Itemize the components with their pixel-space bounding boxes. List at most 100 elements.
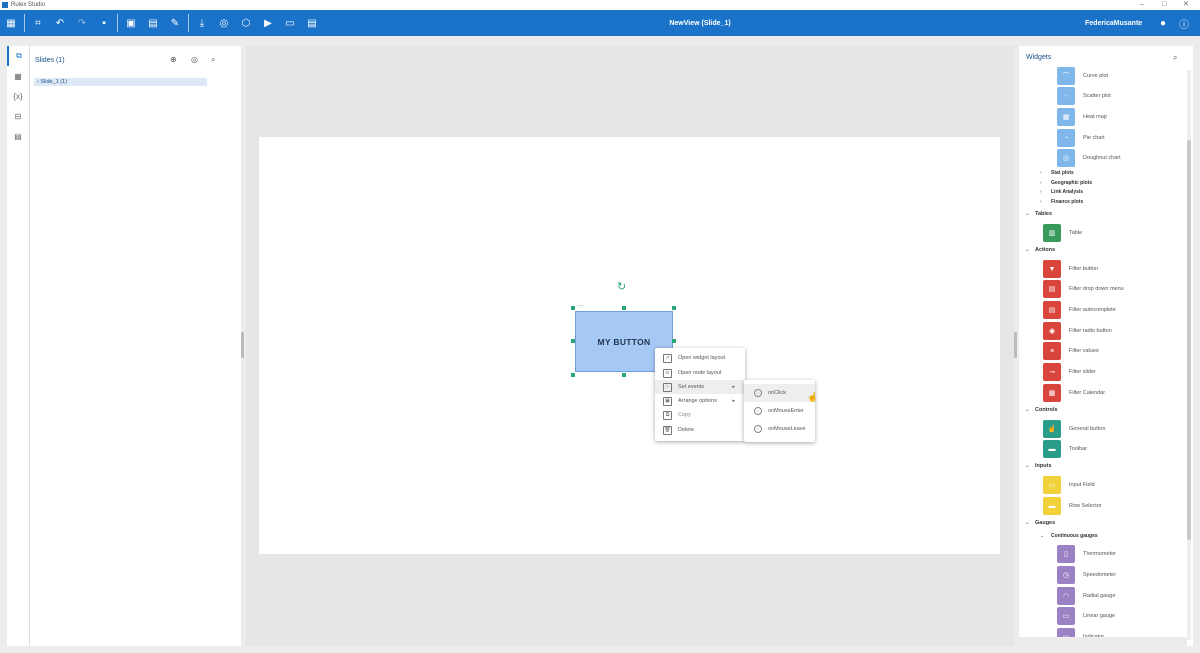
widget-table[interactable]: ▥ Table	[1043, 224, 1082, 242]
minimize-button[interactable]: –	[1140, 0, 1144, 10]
layers-icon[interactable]: ⊟	[7, 106, 29, 126]
widget-filter-calendar[interactable]: ▦ Filter Calendar	[1043, 384, 1105, 402]
add-slide-icon[interactable]: ⊕	[170, 55, 177, 64]
widget-curve-plot[interactable]: ⌒ Curve plot	[1057, 67, 1108, 85]
section-tables[interactable]: ⌄ Tables	[1025, 211, 1052, 217]
menu-item-open-widget-layout[interactable]: ↗ Open widget layout	[655, 351, 745, 365]
widget-label: Linear gauge	[1083, 613, 1116, 619]
widget-linear-gauge[interactable]: ▭ Linear gauge	[1057, 607, 1115, 625]
resize-handle[interactable]	[622, 306, 626, 310]
maximize-button[interactable]: □	[1162, 0, 1166, 10]
menu-item-label: Open node layout	[678, 370, 722, 376]
redo-icon[interactable]: ↷	[71, 12, 93, 34]
search-icon[interactable]: ⌕	[1173, 53, 1177, 63]
menu-item-set-events[interactable]: ☞ Set events ▸	[655, 380, 745, 394]
right-splitter[interactable]	[1014, 332, 1017, 358]
user-name[interactable]: FedericaMusante	[1085, 20, 1142, 27]
layout-icon[interactable]: ▤	[142, 12, 164, 34]
resize-handle[interactable]	[672, 339, 676, 343]
section-controls[interactable]: ⌄ Controls	[1025, 407, 1058, 413]
widget-scatter-plot[interactable]: ⁘ Scatter plot	[1057, 87, 1111, 105]
menu-item-arrange-options[interactable]: ▣ Arrange options ▸	[655, 394, 745, 408]
toolbar-divider	[24, 14, 25, 32]
play-icon[interactable]: ▶	[257, 12, 279, 34]
table-icon[interactable]: ▤	[301, 12, 323, 34]
info-icon[interactable]: ⓘ	[1173, 12, 1195, 34]
widget-group[interactable]: › Geographic plots	[1040, 180, 1092, 186]
menu-item-open-node-layout[interactable]: ⊙ Open node layout	[655, 366, 745, 380]
widget-filter-button[interactable]: ▼ Filter button	[1043, 260, 1098, 278]
submenu-item-onmouseleave[interactable]: ☞ onMouseLeave	[744, 420, 815, 438]
widget-group[interactable]: › Finance plots	[1040, 199, 1083, 205]
resize-handle[interactable]	[672, 306, 676, 310]
section-continuous-gauges[interactable]: ⌄ Continuous gauges	[1040, 533, 1098, 539]
export-icon[interactable]: ⤓	[191, 12, 213, 34]
left-rail: ⧉ ▦ {x} ⊟ ▤	[7, 46, 29, 646]
resize-handle[interactable]	[571, 339, 575, 343]
widget-pie-chart[interactable]: ◔ Pie chart	[1057, 129, 1105, 147]
group-label: Geographic plots	[1051, 180, 1093, 186]
widgets-scrollbar[interactable]	[1187, 70, 1191, 640]
search-icon[interactable]: ⌕	[211, 55, 215, 65]
widget-group[interactable]: › Link Analysis	[1040, 189, 1083, 195]
more-icon[interactable]: ···	[578, 303, 584, 309]
left-splitter[interactable]	[241, 332, 244, 358]
widget-filter-values[interactable]: ≡ Filter values	[1043, 342, 1099, 360]
section-inputs[interactable]: ⌄ Inputs	[1025, 463, 1052, 469]
speedometer-icon: ◷	[1057, 566, 1075, 584]
settings-icon[interactable]: ✎	[164, 12, 186, 34]
chevron-down-icon: ⌄	[1040, 533, 1045, 539]
rotate-handle-icon[interactable]: ↻	[617, 280, 626, 293]
slide-item[interactable]: › Slide_1 (1)	[34, 78, 207, 86]
chevron-right-icon: ›	[1040, 199, 1042, 205]
target-icon[interactable]: ◎	[213, 12, 235, 34]
cube-icon[interactable]: ⬡	[235, 12, 257, 34]
section-label: Inputs	[1035, 463, 1052, 469]
widget-label: Toolbar	[1069, 446, 1088, 452]
resize-handle[interactable]	[571, 306, 575, 310]
chevron-down-icon: ⌄	[1025, 407, 1030, 413]
grid-icon[interactable]: ⌗	[27, 12, 49, 34]
section-gauges[interactable]: ⌄ Gauges	[1025, 520, 1055, 526]
widget-speedometer[interactable]: ◷ Speedometer	[1057, 566, 1116, 584]
app-menu-icon[interactable]: ▦	[0, 12, 22, 34]
present-icon[interactable]: ▣	[120, 12, 142, 34]
widget-filter-drop-down-menu[interactable]: ▤ Filter drop down menu	[1043, 280, 1124, 298]
widget-filter-slider[interactable]: ⊸ Filter slider	[1043, 363, 1096, 381]
linear-gauge-icon: ▭	[1057, 607, 1075, 625]
section-label: Controls	[1035, 407, 1058, 413]
chevron-down-icon: ⌄	[1025, 520, 1030, 526]
slides-icon[interactable]: ⧉	[7, 46, 29, 66]
user-icon[interactable]: ●	[1152, 12, 1174, 34]
widget-filter-radio-button[interactable]: ◉ Filter radio button	[1043, 322, 1112, 340]
close-window-button[interactable]: ✕	[1183, 0, 1189, 10]
visibility-icon[interactable]: ◎	[191, 55, 198, 64]
chevron-down-icon: ⌄	[1025, 247, 1030, 253]
widget-toolbar[interactable]: ▬ Toolbar	[1043, 440, 1087, 458]
widget-thermometer[interactable]: ▯ Thermometer	[1057, 545, 1116, 563]
filter-autocomplete-icon: ▤	[1043, 301, 1061, 319]
widget-input-field[interactable]: ▭ Input Field	[1043, 476, 1095, 494]
widget-general-button[interactable]: ☝ General button	[1043, 420, 1105, 438]
widget-heat-map[interactable]: ▦ Heat map	[1057, 108, 1107, 126]
menu-item-copy[interactable]: ⧉ Copy	[655, 408, 745, 422]
widget-radial-gauge[interactable]: ◠ Radial gauge	[1057, 587, 1115, 605]
grid-icon[interactable]: ▦	[7, 66, 29, 86]
save-icon[interactable]: ▪	[93, 12, 115, 34]
widget-doughnut-chart[interactable]: ◎ Doughnut chart	[1057, 149, 1121, 167]
menu-item-delete[interactable]: 🗑 Delete	[655, 423, 745, 437]
slideshow-icon[interactable]: ▭	[279, 12, 301, 34]
widget-filter-autocomplete[interactable]: ▤ Filter autocomplete	[1043, 301, 1116, 319]
widget-label: Doughnut chart	[1083, 155, 1121, 161]
document-icon[interactable]: ▤	[7, 126, 29, 146]
undo-icon[interactable]: ↶	[49, 12, 71, 34]
widget-row-selector[interactable]: ▬ Row Selector	[1043, 497, 1102, 515]
scrollbar-thumb[interactable]	[1187, 140, 1191, 540]
widget-group[interactable]: › Stat plots	[1040, 170, 1074, 176]
submenu-item-onmouseenter[interactable]: ☞ onMouseEnter	[744, 402, 815, 420]
resize-handle[interactable]	[622, 373, 626, 377]
section-actions[interactable]: ⌄ Actions	[1025, 247, 1055, 253]
resize-handle[interactable]	[571, 373, 575, 377]
submenu-item-onclick[interactable]: ☞ onClick	[744, 384, 815, 402]
variables-icon[interactable]: {x}	[7, 86, 29, 106]
